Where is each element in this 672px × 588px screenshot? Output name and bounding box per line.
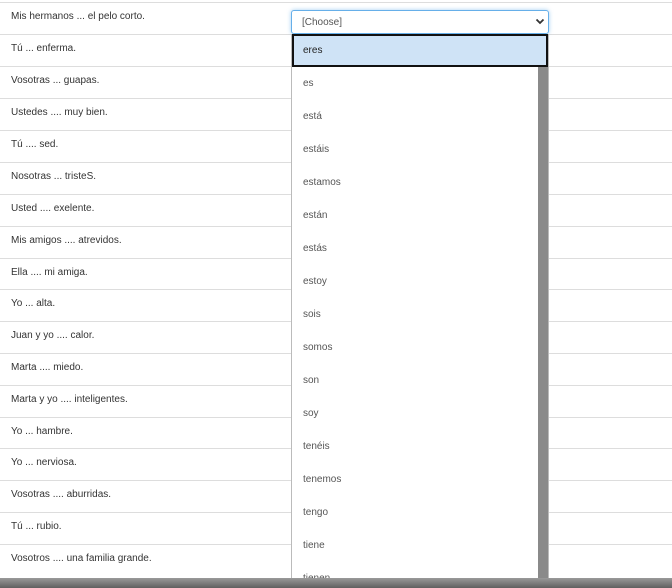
dropdown-option[interactable]: tenemos: [292, 463, 538, 496]
select-dropdown-list[interactable]: eres es está estáis estamos están estás estoy so…: [291, 34, 549, 588]
dropdown-scrollbar[interactable]: [538, 67, 548, 587]
question-text: Marta .... miedo.: [11, 362, 84, 373]
question-text: Ella .... mi amiga.: [11, 267, 88, 278]
select-value: [Choose]: [302, 17, 343, 28]
chevron-down-icon: [535, 18, 545, 25]
question-text: Vosotros .... una familia grande.: [11, 553, 152, 564]
dropdown-option[interactable]: está: [292, 100, 538, 133]
option-label: estamos: [303, 177, 341, 188]
dropdown-option[interactable]: están: [292, 199, 538, 232]
question-text: Vosotras .... aburridas.: [11, 489, 112, 500]
bottom-bar: [0, 578, 672, 588]
dropdown-option[interactable]: es: [292, 67, 538, 100]
option-label: somos: [303, 342, 333, 353]
option-label: eres: [303, 45, 323, 56]
dropdown-option[interactable]: estás: [292, 232, 538, 265]
dropdown-option[interactable]: tengo: [292, 496, 538, 529]
question-text: Tú .... sed.: [11, 139, 59, 150]
option-label: tenéis: [303, 441, 330, 452]
dropdown-option[interactable]: somos: [292, 331, 538, 364]
option-label: soy: [303, 408, 319, 419]
question-text: Yo ... alta.: [11, 298, 56, 309]
option-label: está: [303, 111, 322, 122]
option-label: tiene: [303, 540, 325, 551]
question-text: Vosotras ... guapas.: [11, 75, 100, 86]
option-label: son: [303, 375, 320, 386]
dropdown-option[interactable]: soy: [292, 397, 538, 430]
question-text: Marta y yo .... inteligentes.: [11, 394, 128, 405]
question-text: Mis amigos .... atrevidos.: [11, 235, 122, 246]
dropdown-option[interactable]: son: [292, 364, 538, 397]
option-label: estoy: [303, 276, 327, 287]
option-label: estáis: [303, 144, 330, 155]
question-text: Usted .... exelente.: [11, 203, 95, 214]
option-label: están: [303, 210, 328, 221]
dropdown-option[interactable]: estoy: [292, 265, 538, 298]
option-label: tenemos: [303, 474, 342, 485]
option-label: sois: [303, 309, 321, 320]
dropdown-option[interactable]: estamos: [292, 166, 538, 199]
option-label: estás: [303, 243, 327, 254]
question-text: Yo ... hambre.: [11, 426, 73, 437]
dropdown-option[interactable]: tiene: [292, 529, 538, 562]
question-text: Nosotras ... tristeS.: [11, 171, 97, 182]
option-label: es: [303, 78, 314, 89]
dropdown-option[interactable]: eres: [292, 34, 548, 67]
dropdown-option[interactable]: estáis: [292, 133, 538, 166]
question-text: Mis hermanos ... el pelo corto.: [11, 11, 145, 22]
dropdown-option[interactable]: sois: [292, 298, 538, 331]
question-text: Ustedes .... muy bien.: [11, 107, 108, 118]
dropdown-option[interactable]: tenéis: [292, 430, 538, 463]
option-label: tengo: [303, 507, 329, 518]
question-text: Yo ... nerviosa.: [11, 457, 77, 468]
question-text: Tú ... rubio.: [11, 521, 62, 532]
question-text: Tú ... enferma.: [11, 43, 77, 54]
answer-select[interactable]: [Choose]: [291, 10, 549, 34]
question-text: Juan y yo .... calor.: [11, 330, 95, 341]
